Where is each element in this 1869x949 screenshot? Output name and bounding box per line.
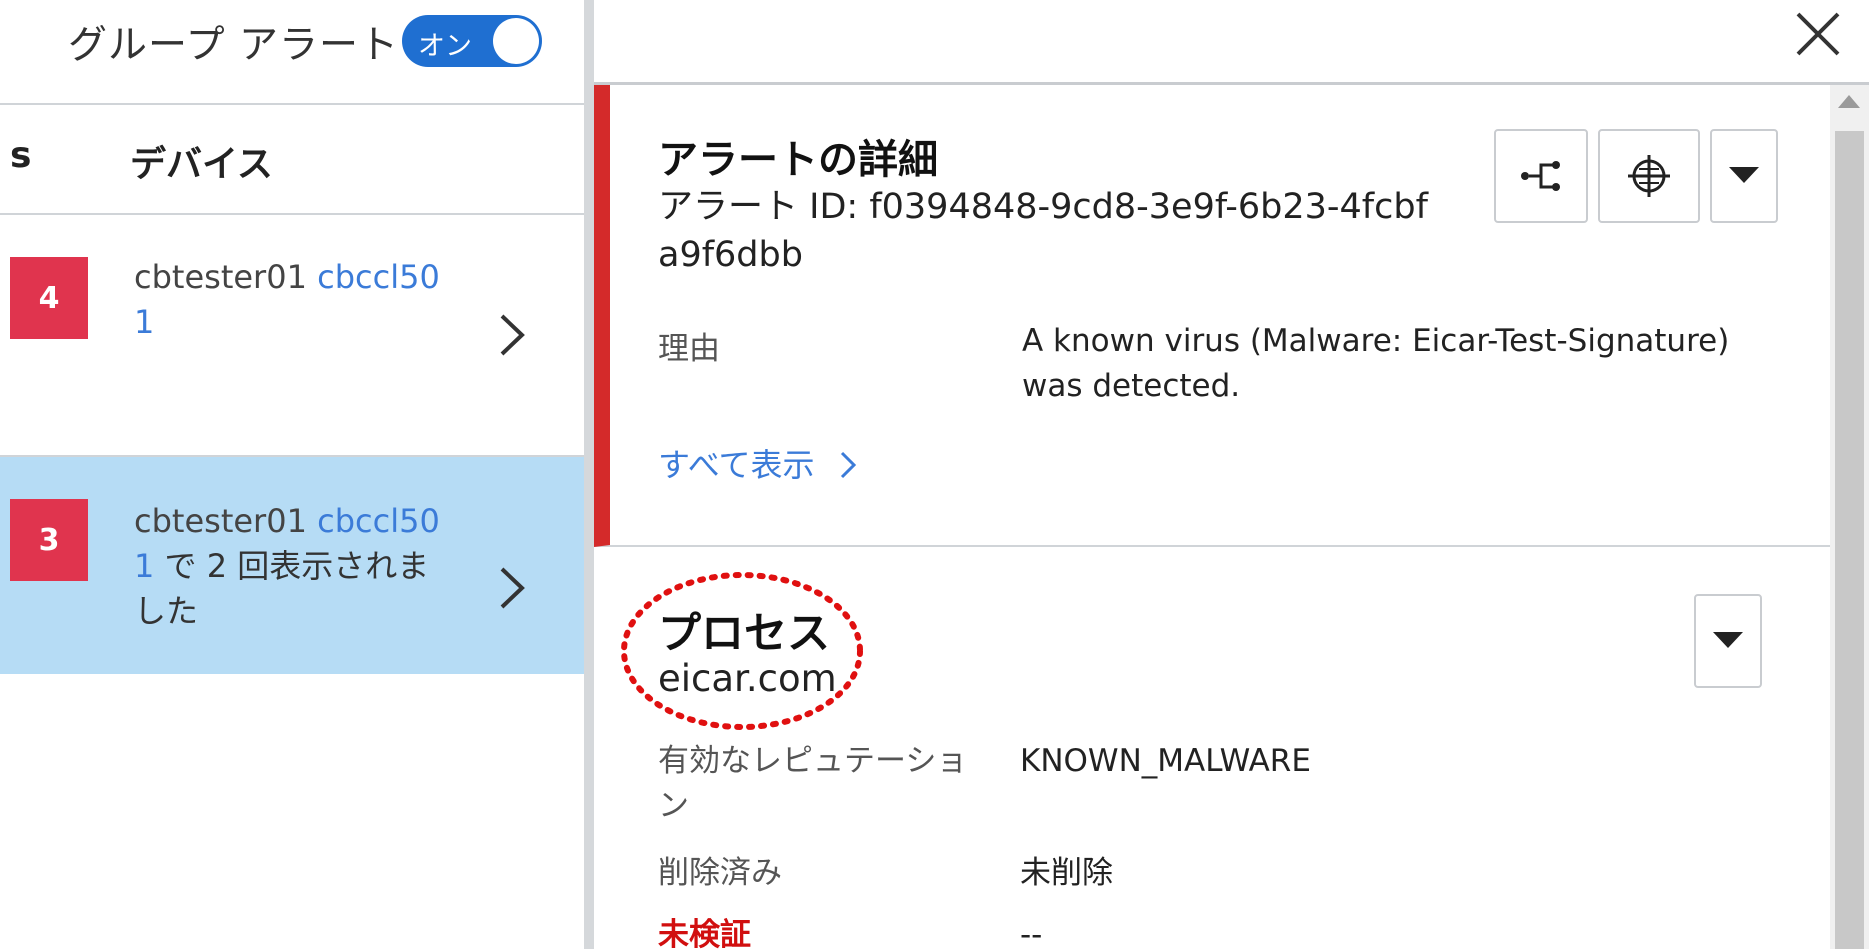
group-alert-row: グループ アラート オン xyxy=(0,0,584,105)
unverified-label: 未検証 xyxy=(658,917,751,949)
alert-row[interactable]: 4 cbtester01 cbccl50 1 xyxy=(0,215,584,457)
process-card: プロセス eicar.com 有効なレピュテーション KNOWN_MALWARE… xyxy=(594,549,1830,949)
chevron-right-icon xyxy=(840,451,856,479)
alert-list-pane: グループ アラート オン s デバイス 4 cbtester01 cbccl50… xyxy=(0,0,584,949)
chevron-right-icon[interactable] xyxy=(494,565,528,611)
close-icon[interactable] xyxy=(1790,6,1846,62)
target-icon xyxy=(1628,155,1670,197)
unverified-value: -- xyxy=(1020,917,1043,949)
alert-details-card: アラートの詳細 アラート ID: f0394848-9cd8-3e9f-6b23… xyxy=(594,85,1830,547)
alert-row-selected[interactable]: 3 cbtester01 cbccl50 1 で 2 回表示されました xyxy=(0,457,584,674)
reputation-label: 有効なレピュテーション xyxy=(658,743,968,824)
alert-row-text: cbtester01 cbccl50 1 xyxy=(134,255,454,345)
reputation-value: KNOWN_MALWARE xyxy=(1020,743,1311,779)
user-name: cbtester01 xyxy=(134,502,307,540)
scroll-up-arrow-icon[interactable] xyxy=(1838,95,1860,108)
show-all-label: すべて表示 xyxy=(658,446,815,484)
deleted-value: 未削除 xyxy=(1020,855,1113,891)
investigate-button[interactable] xyxy=(1598,129,1700,223)
reason-value: A known virus (Malware: Eicar-Test-Signa… xyxy=(1022,323,1730,404)
process-name: eicar.com xyxy=(658,657,837,700)
detail-content: アラートの詳細 アラート ID: f0394848-9cd8-3e9f-6b23… xyxy=(594,85,1830,949)
severity-badge: 3 xyxy=(10,499,88,581)
process-dropdown-button[interactable] xyxy=(1694,594,1762,688)
deleted-label: 削除済み xyxy=(658,855,782,891)
device-link-cont[interactable]: 1 xyxy=(134,303,154,341)
toggle-label: オン xyxy=(418,31,472,62)
caret-down-icon xyxy=(1729,167,1759,183)
column-header-device[interactable]: デバイス xyxy=(130,135,273,187)
process-title: プロセス xyxy=(658,609,830,659)
caret-down-icon xyxy=(1713,632,1743,648)
group-alert-toggle[interactable]: オン xyxy=(402,15,542,67)
process-tree-button[interactable] xyxy=(1494,129,1588,223)
show-all-link[interactable]: すべて表示 xyxy=(658,440,859,486)
severity-badge: 4 xyxy=(10,257,88,339)
alert-row-text: cbtester01 cbccl50 1 で 2 回表示されました xyxy=(134,499,454,634)
device-link[interactable]: cbccl50 xyxy=(317,502,440,540)
process-tree-icon xyxy=(1521,161,1560,191)
device-link[interactable]: cbccl50 xyxy=(317,258,440,296)
list-column-header: s デバイス xyxy=(0,105,584,215)
details-dropdown-button[interactable] xyxy=(1710,129,1778,223)
scroll-thumb[interactable] xyxy=(1835,131,1864,949)
user-name: cbtester01 xyxy=(134,258,307,296)
pane-divider[interactable] xyxy=(584,0,594,949)
toggle-knob xyxy=(493,18,539,64)
reason-label: 理由 xyxy=(658,331,720,367)
chevron-right-icon[interactable] xyxy=(494,312,528,358)
group-alert-label: グループ アラート xyxy=(68,23,400,68)
detail-scrollbar[interactable] xyxy=(1830,85,1869,949)
alert-details-title: アラートの詳細 xyxy=(658,137,938,183)
alert-detail-pane: アラートの詳細 アラート ID: f0394848-9cd8-3e9f-6b23… xyxy=(594,0,1869,949)
detail-topbar xyxy=(594,0,1869,85)
alert-id: アラート ID: f0394848-9cd8-3e9f-6b23-4fcbfa9… xyxy=(658,187,1428,275)
occurrence-text: で 2 回表示されました xyxy=(134,547,430,630)
device-link-cont[interactable]: 1 xyxy=(134,547,154,585)
column-header-severity[interactable]: s xyxy=(10,135,31,176)
